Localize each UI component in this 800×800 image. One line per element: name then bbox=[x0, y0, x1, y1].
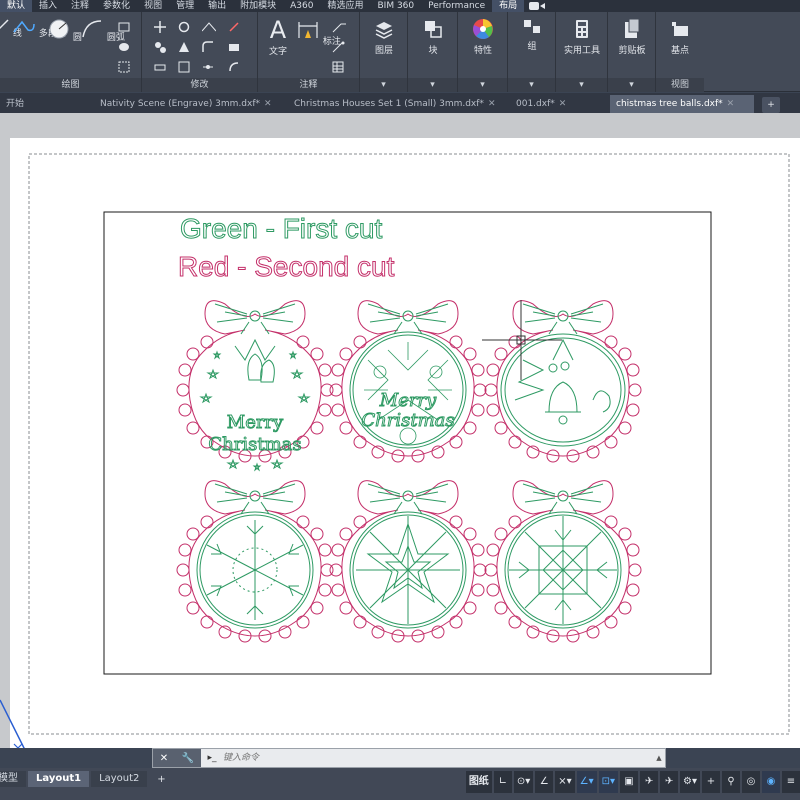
paper-space-toggle[interactable]: 图纸 bbox=[465, 771, 492, 793]
command-line: ✕ 🔧 ▸_ ▲ bbox=[152, 748, 666, 768]
legend-red-text: Red - Second cut bbox=[178, 251, 395, 282]
wrench-icon[interactable]: 🔧 bbox=[182, 753, 194, 764]
close-icon[interactable]: ✕ bbox=[160, 753, 168, 764]
legend-green-text: Green - First cut bbox=[180, 213, 382, 244]
hardware-acceleration-icon[interactable]: ◎ bbox=[742, 771, 760, 793]
object-snap-icon[interactable]: ⨯▾ bbox=[555, 771, 575, 793]
ornament-merry-text: Merry bbox=[227, 412, 284, 433]
dynamic-input-icon[interactable]: ∠▾ bbox=[576, 771, 597, 793]
ornament-5[interactable] bbox=[329, 480, 487, 643]
gear-icon[interactable]: ⚙▾ bbox=[680, 771, 700, 793]
ornament-2[interactable]: Merry Christmas bbox=[329, 300, 487, 463]
ornament-1[interactable]: Merry Christmas bbox=[176, 300, 334, 472]
layout-tab-bar: 模型 Layout1 Layout2 + bbox=[0, 770, 169, 788]
ornament-christmas-text: Christmas bbox=[208, 434, 301, 455]
ortho-icon[interactable]: ∟ bbox=[493, 771, 512, 793]
status-toolbar: 图纸 ∟ ⊙▾ ∠ ⨯▾ ∠▾ ⊡▾ ▣ ✈ ✈ ⚙▾ + ⚲ ◎ ◉ ≡ bbox=[464, 770, 800, 794]
workspace-icon[interactable]: + bbox=[702, 771, 720, 793]
drawing-canvas[interactable]: Green - First cut Red - Second cut Merry… bbox=[0, 0, 800, 748]
ornament-3[interactable] bbox=[484, 300, 642, 463]
command-prompt-icon[interactable]: ▸_ bbox=[201, 753, 223, 763]
clean-screen-icon[interactable]: ◉ bbox=[762, 771, 780, 793]
autocad-window: 默认 插入 注释 参数化 视图 管理 输出 附加模块 A360 精选应用 BIM… bbox=[0, 0, 800, 800]
command-line-tools: ✕ 🔧 bbox=[153, 749, 201, 767]
ornament-4[interactable] bbox=[176, 480, 334, 643]
selection-cycling-icon[interactable]: ▣ bbox=[620, 771, 639, 793]
annotation-scale-icon[interactable]: ✈ bbox=[640, 771, 659, 793]
command-history-arrow[interactable]: ▲ bbox=[653, 754, 665, 762]
isolate-objects-icon[interactable]: ⚲ bbox=[722, 771, 740, 793]
customization-menu-icon[interactable]: ≡ bbox=[782, 771, 800, 793]
object-snap-tracking-icon[interactable]: ∠ bbox=[535, 771, 554, 793]
ornament-christmas-text: Christmas bbox=[361, 410, 454, 431]
tab-layout1[interactable]: Layout1 bbox=[28, 771, 90, 787]
annotation-visibility-icon[interactable]: ✈ bbox=[660, 771, 679, 793]
ucs-icon bbox=[0, 699, 25, 748]
polar-tracking-icon[interactable]: ⊙▾ bbox=[513, 771, 534, 793]
ornament-6[interactable] bbox=[484, 480, 642, 643]
tab-model[interactable]: 模型 bbox=[0, 771, 26, 787]
lineweight-icon[interactable]: ⊡▾ bbox=[598, 771, 619, 793]
tab-layout2[interactable]: Layout2 bbox=[91, 771, 148, 787]
ornament-merry-text: Merry bbox=[379, 390, 437, 411]
command-input[interactable] bbox=[223, 750, 653, 766]
status-bar: 模型 Layout1 Layout2 + 图纸 ∟ ⊙▾ ∠ ⨯▾ ∠▾ ⊡▾ … bbox=[0, 768, 800, 800]
add-layout-button[interactable]: + bbox=[153, 774, 169, 785]
